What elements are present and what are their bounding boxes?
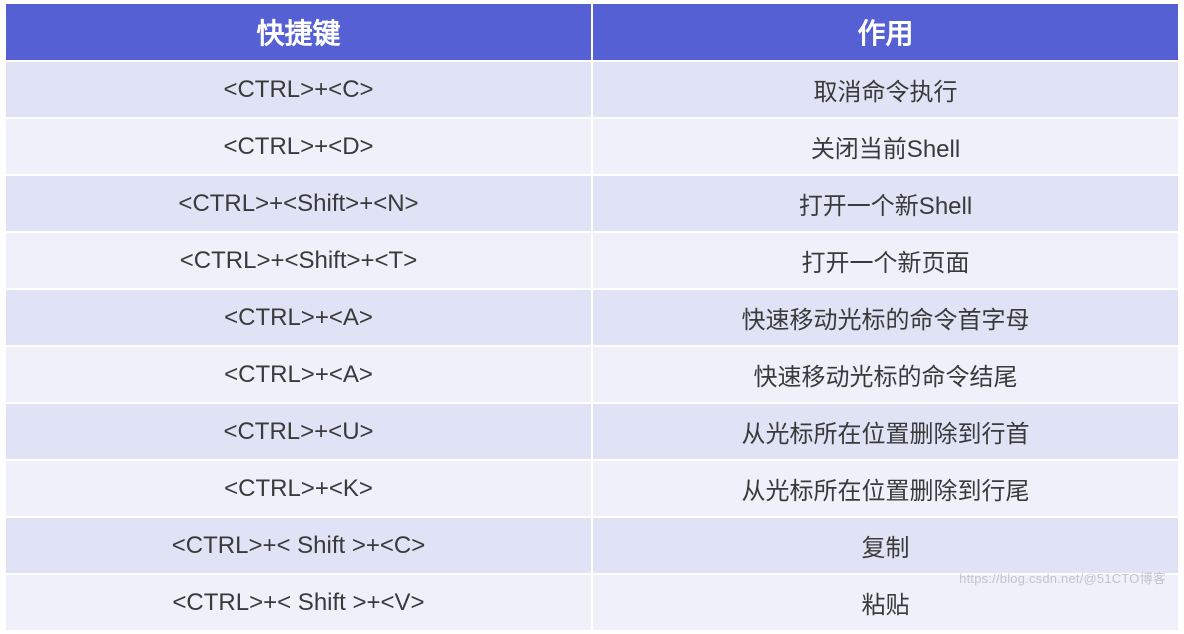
table-row: <CTRL>+< Shift >+<V> 粘贴 xyxy=(6,574,1178,630)
header-action: 作用 xyxy=(592,4,1178,61)
header-shortcut: 快捷键 xyxy=(6,4,592,61)
cell-action: 粘贴 xyxy=(592,574,1178,630)
cell-action: 打开一个新页面 xyxy=(592,232,1178,289)
cell-action: 复制 xyxy=(592,517,1178,574)
cell-action: 从光标所在位置删除到行尾 xyxy=(592,460,1178,517)
table-row: <CTRL>+<K> 从光标所在位置删除到行尾 xyxy=(6,460,1178,517)
cell-action: 打开一个新Shell xyxy=(592,175,1178,232)
cell-shortcut: <CTRL>+<A> xyxy=(6,346,592,403)
table-row: <CTRL>+<U> 从光标所在位置删除到行首 xyxy=(6,403,1178,460)
cell-action: 从光标所在位置删除到行首 xyxy=(592,403,1178,460)
cell-shortcut: <CTRL>+<U> xyxy=(6,403,592,460)
cell-shortcut: <CTRL>+<D> xyxy=(6,118,592,175)
table-row: <CTRL>+<Shift>+<T> 打开一个新页面 xyxy=(6,232,1178,289)
shortcut-table: 快捷键 作用 <CTRL>+<C> 取消命令执行 <CTRL>+<D> 关闭当前… xyxy=(6,4,1178,630)
table-row: <CTRL>+<A> 快速移动光标的命令首字母 xyxy=(6,289,1178,346)
table-header-row: 快捷键 作用 xyxy=(6,4,1178,61)
table-row: <CTRL>+< Shift >+<C> 复制 xyxy=(6,517,1178,574)
cell-shortcut: <CTRL>+<A> xyxy=(6,289,592,346)
cell-shortcut: <CTRL>+< Shift >+<V> xyxy=(6,574,592,630)
cell-shortcut: <CTRL>+<K> xyxy=(6,460,592,517)
table-row: <CTRL>+<A> 快速移动光标的命令结尾 xyxy=(6,346,1178,403)
cell-action: 取消命令执行 xyxy=(592,61,1178,118)
cell-shortcut: <CTRL>+<C> xyxy=(6,61,592,118)
cell-action: 快速移动光标的命令结尾 xyxy=(592,346,1178,403)
table-row: <CTRL>+<D> 关闭当前Shell xyxy=(6,118,1178,175)
cell-shortcut: <CTRL>+<Shift>+<T> xyxy=(6,232,592,289)
cell-action: 快速移动光标的命令首字母 xyxy=(592,289,1178,346)
cell-action: 关闭当前Shell xyxy=(592,118,1178,175)
cell-shortcut: <CTRL>+< Shift >+<C> xyxy=(6,517,592,574)
table-row: <CTRL>+<C> 取消命令执行 xyxy=(6,61,1178,118)
cell-shortcut: <CTRL>+<Shift>+<N> xyxy=(6,175,592,232)
table-row: <CTRL>+<Shift>+<N> 打开一个新Shell xyxy=(6,175,1178,232)
shortcut-table-container: 快捷键 作用 <CTRL>+<C> 取消命令执行 <CTRL>+<D> 关闭当前… xyxy=(0,0,1184,634)
